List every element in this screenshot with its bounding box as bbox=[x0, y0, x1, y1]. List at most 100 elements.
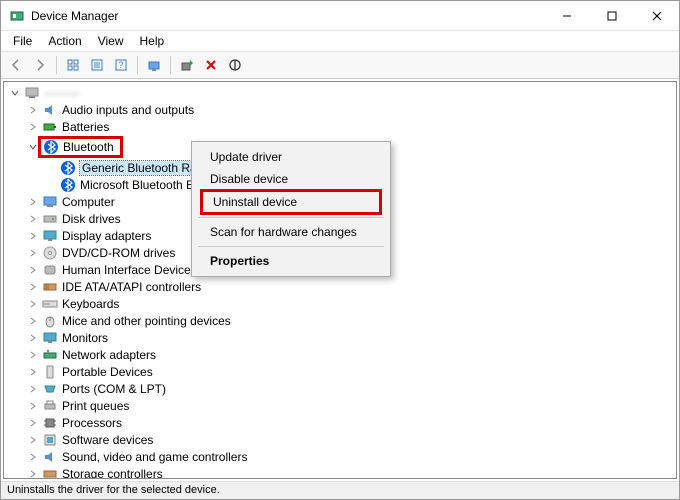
chevron-right-icon[interactable] bbox=[26, 195, 40, 209]
tree-label: Portable Devices bbox=[62, 365, 153, 379]
tree-item-network[interactable]: Network adapters bbox=[4, 346, 676, 363]
tree-item-storage[interactable]: Storage controllers bbox=[4, 465, 676, 479]
forward-button[interactable] bbox=[29, 54, 51, 76]
back-button[interactable] bbox=[5, 54, 27, 76]
chevron-right-icon[interactable] bbox=[26, 348, 40, 362]
tree-item-sound[interactable]: Sound, video and game controllers bbox=[4, 448, 676, 465]
help-icon[interactable]: ? bbox=[110, 54, 132, 76]
chevron-right-icon[interactable] bbox=[26, 120, 40, 134]
chevron-right-icon[interactable] bbox=[26, 382, 40, 396]
app-icon bbox=[9, 8, 25, 24]
tree-item-audio[interactable]: Audio inputs and outputs bbox=[4, 101, 676, 118]
menu-help[interactable]: Help bbox=[132, 32, 173, 50]
svg-text:?: ? bbox=[118, 60, 123, 70]
properties-icon[interactable] bbox=[86, 54, 108, 76]
titlebar: Device Manager bbox=[1, 1, 679, 31]
bluetooth-icon bbox=[60, 177, 76, 193]
chevron-right-icon[interactable] bbox=[26, 314, 40, 328]
chevron-right-icon[interactable] bbox=[26, 229, 40, 243]
chevron-right-icon[interactable] bbox=[26, 280, 40, 294]
ctx-disable-device[interactable]: Disable device bbox=[194, 168, 388, 190]
dvd-icon bbox=[42, 245, 58, 261]
tree-label: DVD/CD-ROM drives bbox=[62, 246, 175, 260]
tree-label: Computer bbox=[62, 195, 115, 209]
window-controls bbox=[544, 1, 679, 31]
tree-label: Monitors bbox=[62, 331, 108, 345]
highlight-box: Bluetooth bbox=[38, 136, 123, 158]
minimize-button[interactable] bbox=[544, 1, 589, 31]
ctx-properties[interactable]: Properties bbox=[194, 250, 388, 272]
port-icon bbox=[42, 381, 58, 397]
toolbar: ? bbox=[1, 51, 679, 79]
tree-label: Disk drives bbox=[62, 212, 121, 226]
ctx-scan-hardware[interactable]: Scan for hardware changes bbox=[194, 221, 388, 243]
menu-file[interactable]: File bbox=[5, 32, 40, 50]
tree-label: Processors bbox=[62, 416, 122, 430]
tree-item-portable[interactable]: Portable Devices bbox=[4, 363, 676, 380]
tree-label: ——— bbox=[44, 86, 80, 100]
close-button[interactable] bbox=[634, 1, 679, 31]
tree-item-keyboards[interactable]: Keyboards bbox=[4, 295, 676, 312]
tree-label: Software devices bbox=[62, 433, 153, 447]
storage-icon bbox=[42, 466, 58, 480]
tree-label: Sound, video and game controllers bbox=[62, 450, 247, 464]
tree-item-mice[interactable]: Mice and other pointing devices bbox=[4, 312, 676, 329]
software-icon bbox=[42, 432, 58, 448]
tree-item-monitors[interactable]: Monitors bbox=[4, 329, 676, 346]
disable-icon[interactable] bbox=[224, 54, 246, 76]
chevron-right-icon[interactable] bbox=[26, 450, 40, 464]
tree-root[interactable]: ——— bbox=[4, 84, 676, 101]
ctx-update-driver[interactable]: Update driver bbox=[194, 146, 388, 168]
maximize-button[interactable] bbox=[589, 1, 634, 31]
update-driver-icon[interactable] bbox=[176, 54, 198, 76]
chevron-right-icon[interactable] bbox=[26, 433, 40, 447]
chevron-right-icon[interactable] bbox=[26, 365, 40, 379]
chevron-down-icon[interactable] bbox=[8, 86, 22, 100]
network-icon bbox=[42, 347, 58, 363]
keyboard-icon bbox=[42, 296, 58, 312]
audio-icon bbox=[42, 102, 58, 118]
tree-label: Display adapters bbox=[62, 229, 151, 243]
separator bbox=[56, 56, 57, 74]
computer-icon bbox=[24, 85, 40, 101]
chevron-right-icon[interactable] bbox=[26, 331, 40, 345]
tree-label: Audio inputs and outputs bbox=[62, 103, 194, 117]
tree-item-processors[interactable]: Processors bbox=[4, 414, 676, 431]
tree-item-printqueues[interactable]: Print queues bbox=[4, 397, 676, 414]
tree-item-software[interactable]: Software devices bbox=[4, 431, 676, 448]
printer-icon bbox=[42, 398, 58, 414]
display-icon bbox=[42, 228, 58, 244]
chevron-right-icon[interactable] bbox=[26, 399, 40, 413]
cpu-icon bbox=[42, 415, 58, 431]
chevron-right-icon[interactable] bbox=[26, 416, 40, 430]
chevron-right-icon[interactable] bbox=[26, 297, 40, 311]
mouse-icon bbox=[42, 313, 58, 329]
chevron-right-icon[interactable] bbox=[26, 212, 40, 226]
chevron-right-icon[interactable] bbox=[26, 467, 40, 480]
bluetooth-icon bbox=[60, 160, 76, 176]
ctx-uninstall-device[interactable]: Uninstall device bbox=[200, 189, 382, 215]
portable-icon bbox=[42, 364, 58, 380]
tree-item-batteries[interactable]: Batteries bbox=[4, 118, 676, 135]
tree-label: Network adapters bbox=[62, 348, 156, 362]
menu-action[interactable]: Action bbox=[40, 32, 89, 50]
sound-icon bbox=[42, 449, 58, 465]
bluetooth-icon bbox=[43, 139, 59, 155]
uninstall-icon[interactable] bbox=[200, 54, 222, 76]
chevron-right-icon[interactable] bbox=[26, 103, 40, 117]
battery-icon bbox=[42, 119, 58, 135]
chevron-right-icon[interactable] bbox=[26, 263, 40, 277]
status-text: Uninstalls the driver for the selected d… bbox=[7, 484, 220, 496]
separator bbox=[198, 246, 384, 247]
chevron-right-icon[interactable] bbox=[26, 246, 40, 260]
menu-view[interactable]: View bbox=[90, 32, 132, 50]
tree-item-ports[interactable]: Ports (COM & LPT) bbox=[4, 380, 676, 397]
separator bbox=[198, 217, 384, 218]
context-menu: Update driver Disable device Uninstall d… bbox=[191, 141, 391, 277]
tree-item-ide[interactable]: IDE ATA/ATAPI controllers bbox=[4, 278, 676, 295]
show-all-icon[interactable] bbox=[62, 54, 84, 76]
tree-label: Mice and other pointing devices bbox=[62, 314, 231, 328]
scan-hardware-icon[interactable] bbox=[143, 54, 165, 76]
menubar: File Action View Help bbox=[1, 31, 679, 51]
tree-label: Keyboards bbox=[62, 297, 119, 311]
